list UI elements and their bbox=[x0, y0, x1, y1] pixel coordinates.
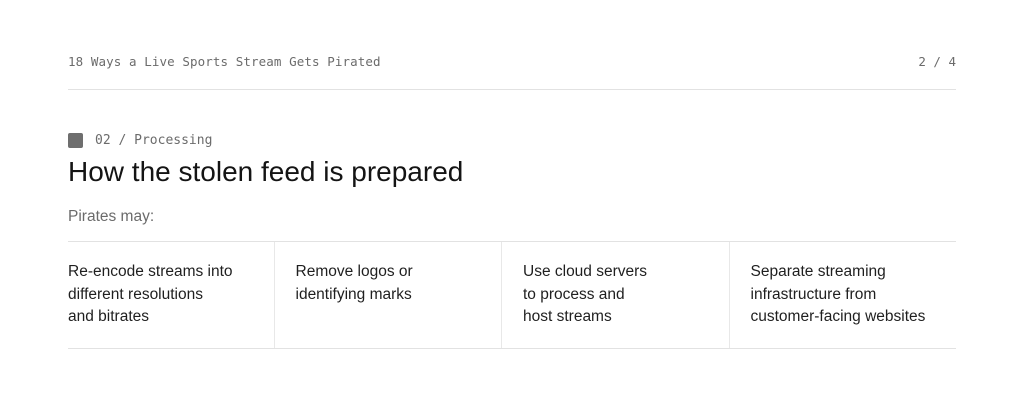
method-card: Separate streaming infrastructure from c… bbox=[728, 242, 957, 348]
top-bar: 18 Ways a Live Sports Stream Gets Pirate… bbox=[68, 54, 956, 90]
card-line: identifying marks bbox=[295, 285, 412, 303]
card-line: customer-facing websites bbox=[750, 308, 926, 325]
card-line: host streams bbox=[523, 308, 612, 325]
card-line: Remove logos or bbox=[295, 263, 413, 280]
card-line: and bitrates bbox=[68, 308, 149, 325]
section-label: 02 / Processing bbox=[95, 132, 213, 148]
card-line: Use cloud servers bbox=[523, 263, 648, 280]
section-tag: 02 / Processing bbox=[68, 131, 212, 149]
page-indicator: 2 / 4 bbox=[918, 54, 956, 69]
card-line: Separate streaming bbox=[750, 263, 886, 280]
method-cards: Re-encode streams into different resolut… bbox=[68, 241, 956, 349]
card-line: Re-encode streams into bbox=[68, 263, 233, 280]
card-line: to process and bbox=[523, 285, 625, 303]
document-title: 18 Ways a Live Sports Stream Gets Pirate… bbox=[68, 54, 381, 69]
method-card: Remove logos or identifying marks bbox=[273, 242, 502, 348]
card-line: infrastructure from bbox=[750, 285, 877, 303]
intro-text: Pirates may: bbox=[68, 208, 155, 225]
card-line: different resolutions bbox=[68, 285, 203, 303]
section-heading: How the stolen feed is prepared bbox=[68, 156, 464, 187]
square-icon bbox=[68, 132, 83, 148]
method-card: Re-encode streams into different resolut… bbox=[68, 242, 274, 348]
method-card: Use cloud servers to process and host st… bbox=[501, 242, 729, 348]
